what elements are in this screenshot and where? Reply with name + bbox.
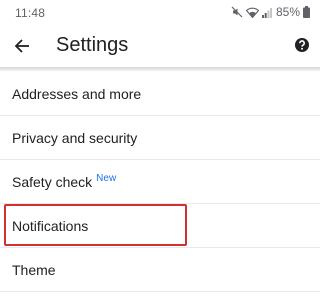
settings-item-privacy[interactable]: Privacy and security (0, 116, 320, 160)
help-icon[interactable] (294, 37, 310, 53)
settings-item-notifications[interactable]: Notifications (0, 204, 320, 248)
status-bar: 11:48 85% (0, 0, 320, 26)
settings-item-label: Privacy and security (12, 130, 138, 146)
settings-list: Addresses and more Privacy and security … (0, 72, 320, 292)
settings-item-theme[interactable]: Theme (0, 248, 320, 292)
settings-item-label: Addresses and more (12, 86, 142, 102)
page-title: Settings (56, 34, 129, 56)
signal-icon (261, 7, 272, 18)
status-icons: 85% (231, 5, 310, 19)
settings-item-safety-check[interactable]: Safety check New (0, 160, 320, 204)
battery-percent: 85% (275, 5, 300, 19)
new-badge: New (96, 173, 117, 184)
settings-item-addresses[interactable]: Addresses and more (0, 72, 320, 116)
app-bar: Settings (0, 26, 320, 68)
settings-item-label: Notifications (12, 218, 89, 234)
settings-item-label: Safety check (12, 174, 93, 190)
mute-icon (231, 6, 243, 18)
status-time: 11:48 (15, 6, 46, 20)
back-button[interactable] (8, 32, 36, 60)
app-bar-divider (0, 67, 320, 71)
settings-item-label: Theme (12, 262, 56, 278)
battery-icon (303, 6, 310, 18)
settings-item-label-wrap: Safety check New (12, 173, 117, 190)
wifi-icon (245, 7, 259, 18)
arrow-back-icon (14, 39, 29, 53)
